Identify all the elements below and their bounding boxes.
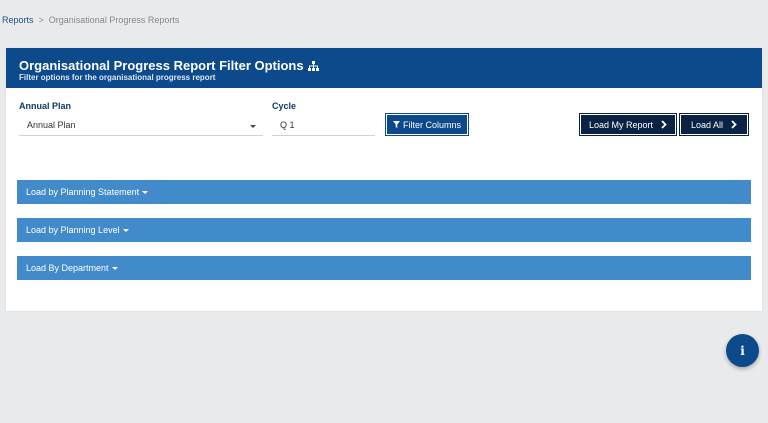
sitemap-icon bbox=[307, 61, 319, 71]
accordion-department[interactable]: Load By Department bbox=[17, 256, 751, 280]
filter-panel: Organisational Progress Report Filter Op… bbox=[6, 48, 762, 311]
accordion-label: Load by Planning Statement bbox=[26, 187, 140, 197]
breadcrumb-separator: > bbox=[38, 15, 44, 25]
panel-subtitle: Filter options for the organisational pr… bbox=[19, 73, 216, 82]
info-icon: i bbox=[740, 343, 745, 358]
filter-columns-label: Filter Columns bbox=[402, 119, 461, 130]
breadcrumb-reports-link[interactable]: Reports bbox=[2, 15, 34, 25]
caret-down-icon bbox=[111, 266, 118, 270]
caret-down-icon bbox=[122, 228, 129, 232]
cycle-label: Cycle bbox=[272, 101, 297, 111]
load-my-report-label: Load My Report bbox=[588, 119, 654, 130]
annual-plan-select[interactable]: Annual Plan bbox=[19, 116, 263, 136]
panel-title-text: Organisational Progress Report Filter Op… bbox=[19, 58, 304, 73]
breadcrumb-current: Organisational Progress Reports bbox=[48, 15, 180, 25]
cycle-input[interactable]: Q 1 bbox=[272, 116, 375, 136]
breadcrumb: Reports > Organisational Progress Reports bbox=[2, 15, 179, 25]
panel-header: Organisational Progress Report Filter Op… bbox=[6, 48, 762, 88]
filter-icon bbox=[392, 121, 400, 128]
chevron-right-icon bbox=[661, 120, 667, 129]
accordion-label: Load by Planning Level bbox=[26, 225, 120, 235]
load-all-label: Load All bbox=[690, 119, 724, 130]
accordion-planning-level[interactable]: Load by Planning Level bbox=[17, 218, 751, 242]
chevron-right-icon bbox=[731, 120, 737, 129]
accordion-label: Load By Department bbox=[26, 263, 109, 273]
info-button[interactable]: i bbox=[726, 334, 759, 367]
annual-plan-value: Annual Plan bbox=[27, 120, 76, 130]
accordion-planning-statement[interactable]: Load by Planning Statement bbox=[17, 180, 751, 204]
cycle-value: Q 1 bbox=[280, 120, 295, 130]
caret-down-icon bbox=[142, 190, 149, 194]
panel-title: Organisational Progress Report Filter Op… bbox=[19, 59, 749, 73]
caret-down-icon bbox=[250, 125, 256, 128]
load-all-button[interactable]: Load All bbox=[679, 113, 749, 136]
load-my-report-button[interactable]: Load My Report bbox=[579, 113, 677, 136]
annual-plan-label: Annual Plan bbox=[19, 101, 72, 111]
filter-columns-button[interactable]: Filter Columns bbox=[385, 113, 469, 136]
